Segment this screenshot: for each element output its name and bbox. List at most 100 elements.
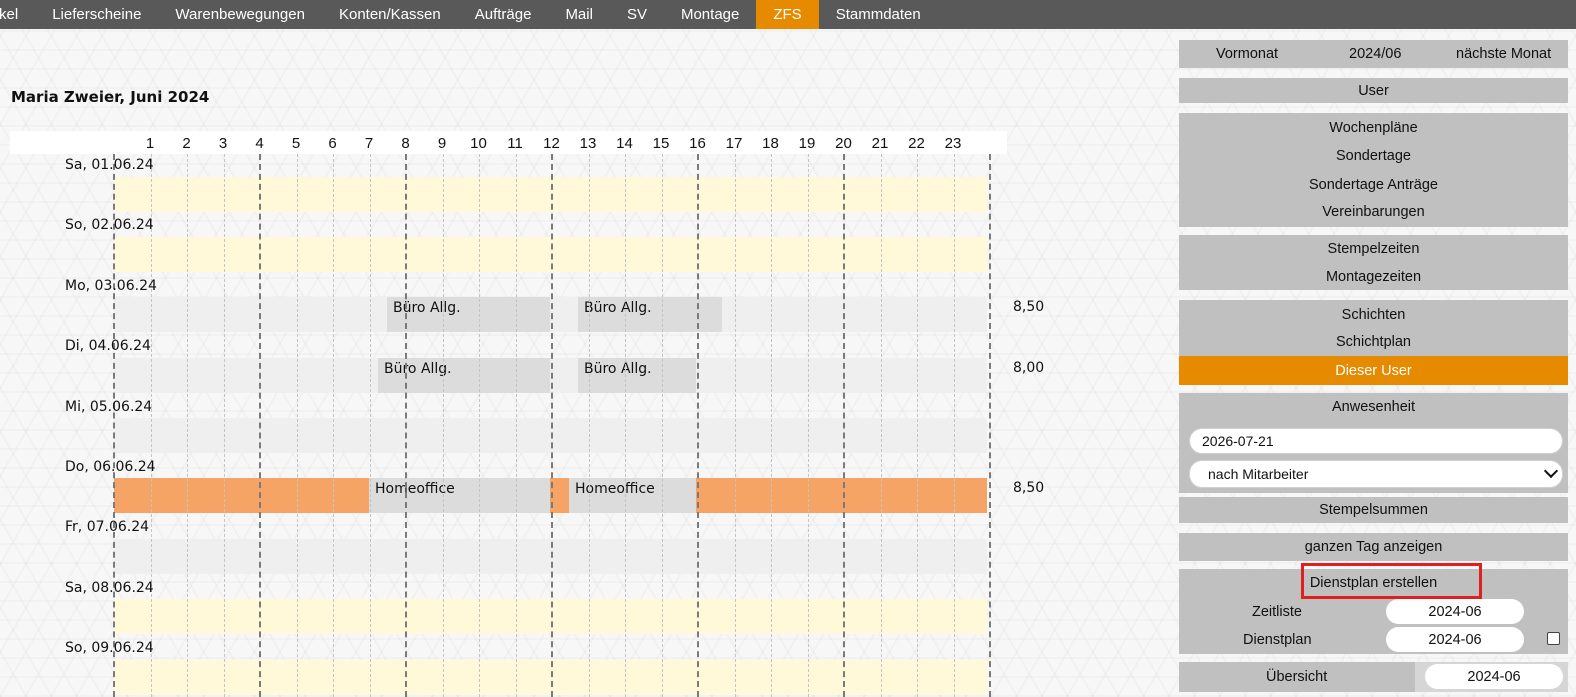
day-total: 8,00 [1013,360,1045,376]
stempelzeiten-button[interactable]: Stempelzeiten [1179,236,1568,261]
schichtplan-button[interactable]: Schichtplan [1179,329,1568,354]
grid-line-minor [588,154,590,697]
shift-block[interactable]: Büro Allg. [387,297,550,332]
shift-block[interactable]: Büro Allg. [378,358,550,393]
grid-line-minor [661,154,663,697]
grid-line-minor [953,154,955,697]
hour-label: 1 [145,135,155,152]
day-label: Di, 04.06.24 [65,338,151,354]
month-navigation: Vormonat 2024/06 nächste Monat [1179,40,1568,68]
hour-label: 9 [437,135,447,152]
nav-item-lieferscheine[interactable]: Lieferscheine [35,0,158,29]
hour-label: 3 [218,135,228,152]
dienstplan-checkbox[interactable] [1547,632,1560,645]
day-total: 8,50 [1013,480,1045,496]
schichten-button[interactable]: Schichten [1179,302,1568,327]
grid-line-minor [734,154,736,697]
grid-line-minor [479,154,480,697]
montagezeiten-button[interactable]: Montagezeiten [1179,264,1568,289]
chevron-down-icon [1543,463,1559,479]
day-label: Mi, 05.06.24 [65,399,153,415]
nav-item-zfs[interactable]: ZFS [756,0,819,29]
grid-line-minor [223,154,225,697]
day-total: 8,50 [1013,299,1045,315]
hour-label: 2 [182,135,191,152]
grid-line-minor [515,154,517,697]
nav-item-artikel[interactable]: kel [0,0,35,29]
hour-label: 13 [579,135,597,152]
grid-line-major [697,154,699,697]
hour-label: 8 [401,135,410,152]
zeitliste-input[interactable]: 2024-06 [1386,599,1524,624]
grid-line-minor [369,154,371,697]
shift-block[interactable]: Büro Allg. [578,297,722,332]
hour-label: 20 [835,135,852,152]
highlight-box [1301,563,1482,599]
grid-line-minor [150,154,152,697]
next-month-link[interactable]: nächste Monat [1456,46,1551,62]
day-label: Mo, 03.06.24 [65,278,157,294]
shift-block[interactable]: Büro Allg. [578,358,696,393]
grid-line-minor [917,154,918,697]
hour-label: 16 [689,135,706,152]
grid-line-major [113,154,115,697]
hour-label: 4 [255,135,264,152]
zeitliste-label: Zeitliste [1252,604,1302,620]
hour-label: 21 [871,135,889,152]
hour-label: 5 [291,135,301,152]
nav-item-stammdaten[interactable]: Stammdaten [819,0,938,29]
grid-line-minor [187,154,188,697]
sondertage-antraege-button[interactable]: Sondertage Anträge [1179,172,1568,197]
nav-item-montage[interactable]: Montage [664,0,756,29]
user-button[interactable]: User [1179,78,1568,103]
day-label: Fr, 07.06.24 [65,519,150,535]
dienstplan-input[interactable]: 2024-06 [1386,627,1524,652]
hour-label: 22 [908,135,925,152]
stempelsummen-button[interactable]: Stempelsummen [1179,497,1568,523]
day-label: Do, 06.06.24 [65,459,156,475]
nav-item-sv[interactable]: SV [610,0,664,29]
day-label: Sa, 01.06.24 [65,157,154,173]
grid-line-major [259,154,261,697]
hour-label: 18 [762,135,779,152]
prev-month-link[interactable]: Vormonat [1216,46,1278,62]
filter-select-value: nach Mitarbeiter [1208,466,1309,482]
anwesenheit-button[interactable]: Anwesenheit [1179,394,1568,419]
shift-block[interactable]: Homeoffice [369,478,550,513]
grid-line-minor [771,154,772,697]
nav-item-mail[interactable]: Mail [548,0,610,29]
sondertage-button[interactable]: Sondertage [1179,143,1568,168]
hour-label: 23 [944,135,962,152]
nav-item-warenbewegungen[interactable]: Warenbewegungen [158,0,322,29]
dieser-user-button[interactable]: Dieser User [1179,356,1568,385]
nav-item-auftraege[interactable]: Aufträge [458,0,549,29]
page-title: Maria Zweier, Juni 2024 [11,88,210,106]
top-nav: kel Lieferscheine Warenbewegungen Konten… [0,0,1576,29]
grid-line-minor [333,154,334,697]
filter-select[interactable]: nach Mitarbeiter [1189,460,1563,488]
day-label: So, 02.06.24 [65,217,154,233]
hour-label: 12 [543,135,560,152]
dienstplan-label: Dienstplan [1243,632,1312,648]
wochenplaene-button[interactable]: Wochenpläne [1179,115,1568,140]
hour-label: 6 [328,135,337,152]
grid-line-major [405,154,407,697]
date-input[interactable]: 2026-07-21 [1189,428,1563,454]
uebersicht-input[interactable]: 2024-06 [1425,664,1563,689]
day-label: So, 09.06.24 [65,640,154,656]
hour-label: 14 [616,135,633,152]
nav-item-konten-kassen[interactable]: Konten/Kassen [322,0,458,29]
hour-label: 11 [507,135,523,152]
hour-label: 15 [652,135,670,152]
hour-label: 19 [798,135,816,152]
hour-label: 17 [725,135,743,152]
grid-line-major [551,154,553,697]
ganzen-tag-button[interactable]: ganzen Tag anzeigen [1179,533,1568,561]
vereinbarungen-button[interactable]: Vereinbarungen [1179,199,1568,224]
grid-line-minor [807,154,809,697]
current-month: 2024/06 [1349,46,1402,62]
grid-line-major [843,154,845,697]
grid-line-minor [880,154,882,697]
grid-line-minor [296,154,298,697]
grid-line-major [989,154,991,697]
